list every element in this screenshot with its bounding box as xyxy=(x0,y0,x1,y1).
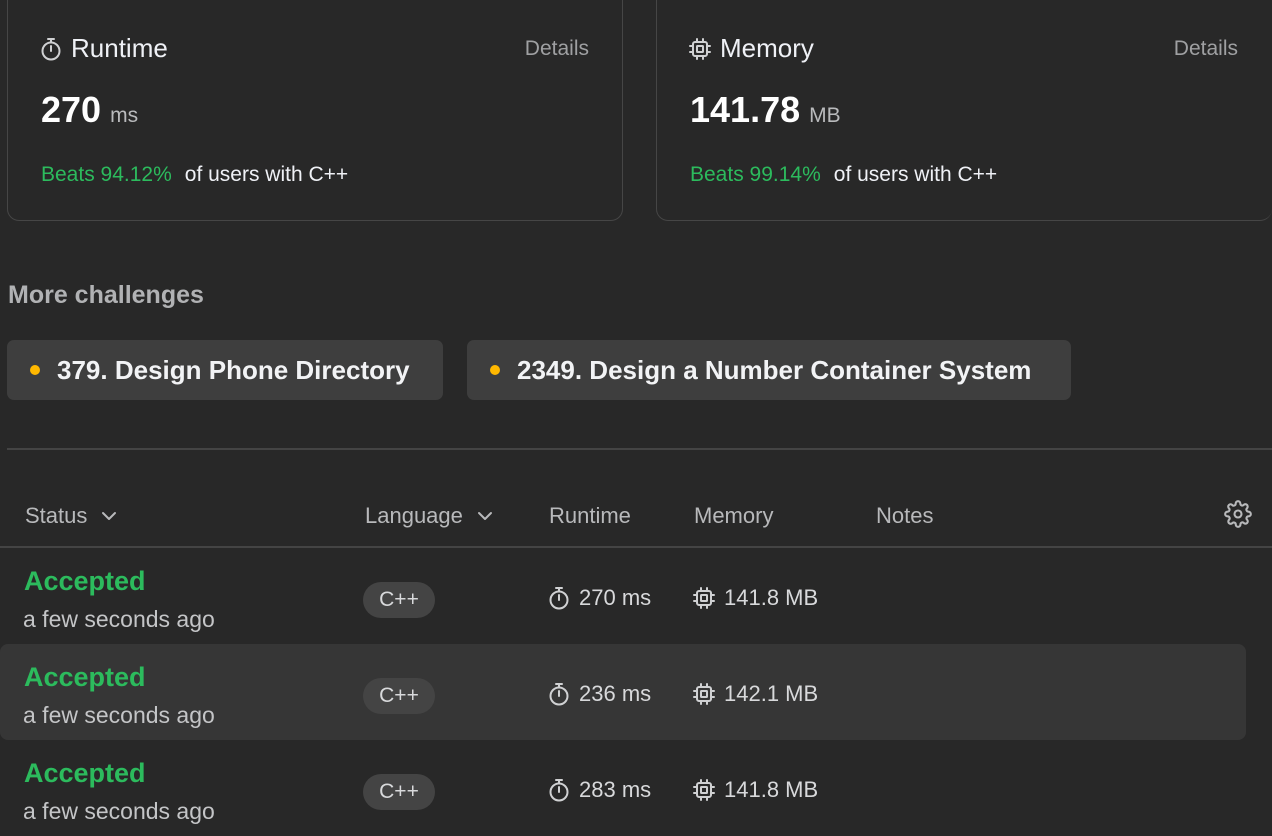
submission-row[interactable]: Accepted a few seconds ago C++ 283 ms 14… xyxy=(0,740,1246,836)
submission-time: a few seconds ago xyxy=(23,702,215,728)
medium-difficulty-dot xyxy=(30,365,40,375)
memory-value: 142.1 MB xyxy=(724,681,819,706)
memory-beats: Beats 99.14% of users with C++ xyxy=(690,163,997,187)
stopwatch-icon xyxy=(549,683,569,706)
memory-beats-percent: Beats 99.14% xyxy=(690,163,821,186)
section-divider xyxy=(7,448,1272,450)
memory-value: 141.8 MB xyxy=(724,585,819,610)
row-memory: 142.1 MB xyxy=(693,681,818,707)
chip-icon xyxy=(693,683,715,705)
stopwatch-icon xyxy=(549,779,569,802)
runtime-header: Runtime xyxy=(549,503,631,528)
memory-title-label: Memory xyxy=(720,33,814,63)
runtime-value: 270 ms xyxy=(579,585,652,610)
status-accepted: Accepted xyxy=(24,758,146,788)
challenge-label: 379. Design Phone Directory xyxy=(57,354,410,385)
chip-icon xyxy=(689,37,711,60)
runtime-beats-percent: Beats 94.12% xyxy=(41,163,172,186)
chip-icon xyxy=(693,587,715,609)
runtime-number: 270 xyxy=(41,89,102,130)
row-runtime: 236 ms xyxy=(548,681,651,707)
runtime-value: 270 ms xyxy=(41,89,138,131)
language-filter-header[interactable]: Language xyxy=(365,503,493,529)
runtime-value: 283 ms xyxy=(579,777,652,802)
challenge-label: 2349. Design a Number Container System xyxy=(517,354,1032,385)
challenge-link[interactable]: 2349. Design a Number Container System xyxy=(467,340,1071,400)
language-badge: C++ xyxy=(363,774,435,810)
memory-number: 141.78 xyxy=(690,89,801,130)
status-accepted: Accepted xyxy=(24,566,146,596)
status-accepted: Accepted xyxy=(24,662,146,692)
notes-header: Notes xyxy=(876,503,934,528)
medium-difficulty-dot xyxy=(490,365,500,375)
runtime-title-label: Runtime xyxy=(71,33,168,63)
language-badge: C++ xyxy=(363,582,435,618)
gear-icon[interactable] xyxy=(1224,500,1252,528)
memory-value: 141.8 MB xyxy=(724,777,819,802)
memory-unit: MB xyxy=(809,104,841,127)
memory-value: 141.78 MB xyxy=(690,89,841,131)
challenge-link[interactable]: 379. Design Phone Directory xyxy=(7,340,443,400)
row-runtime: 270 ms xyxy=(548,585,651,611)
row-runtime: 283 ms xyxy=(548,777,651,803)
runtime-beats-suffix: of users with C++ xyxy=(184,163,349,186)
submission-row[interactable]: Accepted a few seconds ago C++ 270 ms 14… xyxy=(0,548,1246,644)
chevron-down-icon xyxy=(477,512,492,520)
status-header-label: Status xyxy=(25,503,88,528)
row-memory: 141.8 MB xyxy=(693,777,818,803)
stopwatch-icon xyxy=(41,37,61,60)
memory-details-link[interactable]: Details xyxy=(1174,37,1238,61)
status-filter-header[interactable]: Status xyxy=(25,503,117,529)
memory-beats-suffix: of users with C++ xyxy=(833,163,998,186)
chevron-down-icon xyxy=(102,512,117,520)
more-challenges-title: More challenges xyxy=(8,281,204,309)
submission-time: a few seconds ago xyxy=(23,606,215,632)
runtime-unit: ms xyxy=(110,104,139,127)
memory-card-title: Memory xyxy=(689,33,814,64)
runtime-card: Runtime Details 270 ms Beats 94.12% of us… xyxy=(7,0,623,221)
row-memory: 141.8 MB xyxy=(693,585,818,611)
runtime-details-link[interactable]: Details xyxy=(525,37,589,61)
chip-icon xyxy=(693,779,715,801)
submission-time: a few seconds ago xyxy=(23,798,215,824)
language-badge: C++ xyxy=(363,678,435,714)
stopwatch-icon xyxy=(549,587,569,610)
memory-header: Memory xyxy=(694,503,774,528)
runtime-value: 236 ms xyxy=(579,681,652,706)
runtime-card-title: Runtime xyxy=(40,33,168,64)
memory-card: Memory Details 141.78 MB Beats 99.14% of … xyxy=(656,0,1272,221)
runtime-beats: Beats 94.12% of users with C++ xyxy=(41,163,348,187)
submission-row[interactable]: Accepted a few seconds ago C++ 236 ms 14… xyxy=(0,644,1246,740)
language-header-label: Language xyxy=(365,503,463,528)
